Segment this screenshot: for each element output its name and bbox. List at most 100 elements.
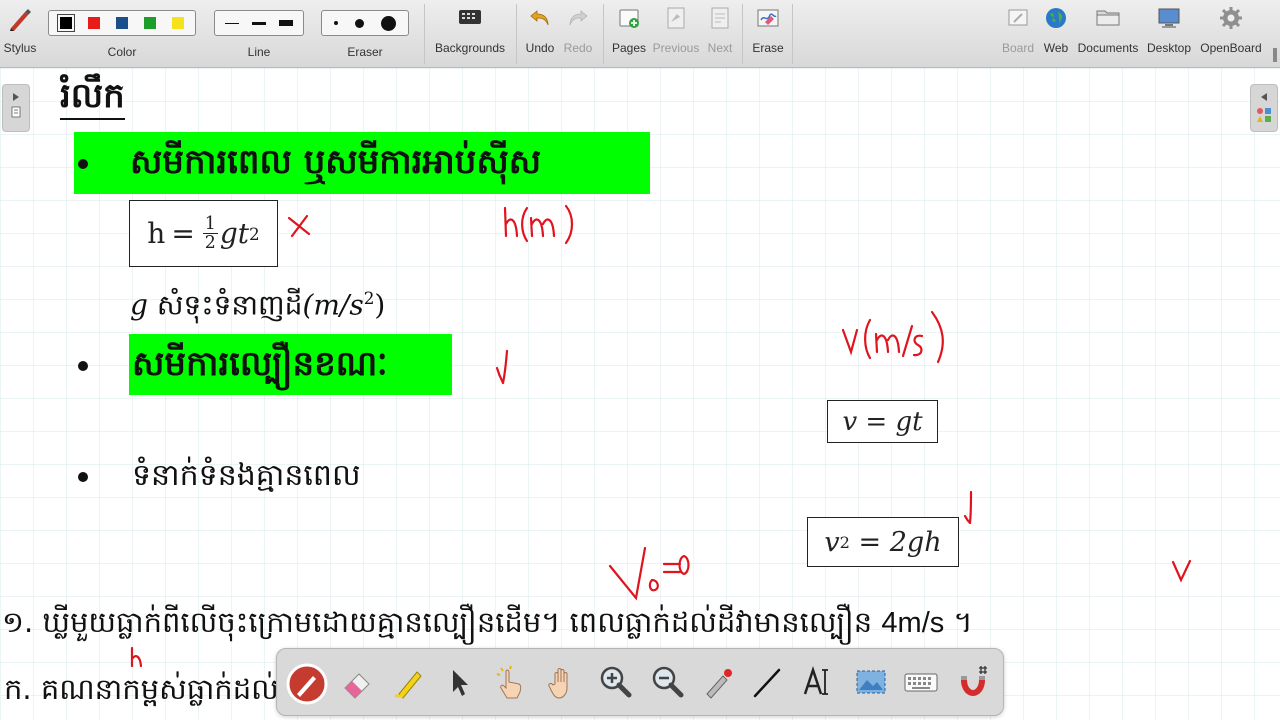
question-1-value: 4m/s bbox=[881, 607, 945, 639]
interact-tool-button[interactable] bbox=[491, 662, 531, 702]
board-icon bbox=[1008, 9, 1028, 26]
eraser-group-label: Eraser bbox=[347, 45, 383, 59]
capture-tool-button[interactable] bbox=[851, 662, 891, 702]
eraser-medium-option[interactable] bbox=[354, 18, 364, 28]
color-swatch-red[interactable] bbox=[88, 17, 100, 29]
handwritten-v-unit bbox=[841, 310, 944, 364]
desktop-mode-button[interactable]: Desktop bbox=[1144, 0, 1194, 68]
expand-right-icon bbox=[11, 93, 21, 118]
toolbar-separator bbox=[516, 4, 517, 64]
eraser-icon bbox=[344, 673, 370, 699]
marker-tool-button[interactable] bbox=[389, 662, 429, 702]
floating-tool-palette bbox=[276, 648, 1004, 716]
eraser-tool-button[interactable] bbox=[337, 662, 377, 702]
formula-fraction: 1 2 bbox=[202, 215, 218, 252]
right-panel-toggle[interactable] bbox=[1250, 84, 1278, 132]
pen-icon bbox=[286, 663, 328, 705]
color-swatch-yellow[interactable] bbox=[172, 17, 184, 29]
handwritten-h bbox=[130, 646, 143, 668]
handwritten-x-mark bbox=[287, 214, 311, 238]
web-mode-button[interactable]: Web bbox=[1038, 0, 1074, 68]
hand-icon bbox=[548, 668, 568, 699]
left-panel-toggle[interactable] bbox=[2, 84, 30, 132]
zoom-out-tool-button[interactable] bbox=[647, 662, 687, 702]
toolbar-scrollbar[interactable] bbox=[1270, 42, 1280, 68]
documents-label: Documents bbox=[1077, 41, 1139, 55]
handwritten-check-mark bbox=[963, 490, 973, 525]
bullet-point bbox=[78, 159, 88, 169]
line-thick-option[interactable] bbox=[279, 20, 294, 26]
stylus-button[interactable]: Stylus bbox=[0, 0, 40, 68]
line-tool-button[interactable] bbox=[747, 662, 787, 702]
pen-tool-button[interactable] bbox=[285, 662, 328, 705]
gravity-unit-exponent: 2 bbox=[363, 288, 375, 308]
line-medium-option[interactable] bbox=[251, 21, 266, 25]
gravity-text: សំទុះទំនាញដី bbox=[156, 288, 303, 322]
question-1: ១. ឃ្លីមួយធ្លាក់ពីលើចុះក្រោមដោយគ្មានល្បឿ… bbox=[2, 598, 973, 647]
formula-exponent: 2 bbox=[249, 223, 260, 244]
formula-v-exponent: 2 bbox=[839, 532, 850, 552]
line-width-palette bbox=[214, 10, 304, 36]
stylus-icon bbox=[10, 9, 31, 31]
snap-grid-tool-button[interactable] bbox=[953, 662, 993, 702]
formula-equals: = bbox=[171, 217, 195, 250]
folder-icon bbox=[1096, 10, 1120, 26]
documents-mode-button[interactable]: Documents bbox=[1076, 0, 1140, 68]
erase-label: Erase bbox=[752, 41, 784, 55]
pages-button[interactable]: Pages bbox=[608, 0, 650, 68]
library-icon bbox=[1257, 93, 1271, 122]
gravity-symbol: g bbox=[130, 288, 148, 322]
handwritten-v0 bbox=[608, 546, 690, 601]
monitor-icon bbox=[1158, 8, 1180, 28]
question-1-end: ។ bbox=[953, 605, 973, 639]
previous-page-button[interactable]: Previous bbox=[652, 0, 700, 68]
erase-button[interactable]: Erase bbox=[748, 0, 788, 68]
formula-h-symbol: h bbox=[147, 217, 166, 250]
selector-tool-button[interactable] bbox=[439, 662, 479, 702]
gear-icon bbox=[1220, 7, 1242, 29]
eraser-small-option[interactable] bbox=[333, 21, 338, 25]
undo-label: Undo bbox=[525, 41, 555, 55]
previous-page-icon bbox=[667, 7, 685, 29]
gravity-definition: g សំទុះទំនាញដី(m/s2) bbox=[130, 276, 385, 327]
line-group-label: Line bbox=[247, 45, 271, 59]
redo-arrow-icon bbox=[569, 10, 588, 26]
next-page-icon bbox=[711, 7, 729, 29]
laser-pointer-tool-button[interactable] bbox=[697, 662, 737, 702]
board-mode-button[interactable]: Board bbox=[1000, 0, 1036, 68]
screen-capture-icon bbox=[856, 670, 886, 694]
toolbar-separator bbox=[603, 4, 604, 64]
formula-2gh: = 2gh bbox=[849, 526, 942, 558]
keyboard-grid-icon bbox=[459, 10, 481, 24]
eraser-large-option[interactable] bbox=[381, 15, 397, 31]
formula-velocity: v = gt bbox=[827, 400, 938, 443]
text-tool-button[interactable] bbox=[799, 662, 839, 702]
eraser-size-palette bbox=[321, 10, 409, 36]
next-label: Next bbox=[707, 41, 733, 55]
color-swatch-black[interactable] bbox=[57, 14, 75, 32]
toolbar-separator bbox=[792, 4, 793, 64]
undo-button[interactable]: Undo bbox=[522, 0, 558, 68]
pages-label: Pages bbox=[611, 41, 647, 55]
bullet-falling-time-equation: សមីការពេល ឬសមីការអាប់ស៊ីស bbox=[130, 142, 542, 182]
openboard-menu-button[interactable]: OpenBoard bbox=[1198, 0, 1264, 68]
redo-button[interactable]: Redo bbox=[560, 0, 596, 68]
formula-height: h = 1 2 gt 2 bbox=[129, 200, 278, 267]
backgrounds-button[interactable]: Backgrounds bbox=[432, 0, 508, 68]
line-thin-option[interactable] bbox=[224, 22, 239, 24]
toolbar-separator bbox=[424, 4, 425, 64]
openboard-label: OpenBoard bbox=[1200, 41, 1262, 55]
backgrounds-label: Backgrounds bbox=[434, 41, 506, 55]
color-swatch-green[interactable] bbox=[144, 17, 156, 29]
zoom-in-tool-button[interactable] bbox=[595, 662, 635, 702]
keyboard-icon bbox=[904, 673, 938, 692]
gravity-unit-close: ) bbox=[374, 288, 386, 322]
board-canvas[interactable]: រំលឹក សមីការពេល ឬសមីការអាប់ស៊ីស h = 1 2 … bbox=[0, 68, 1280, 720]
main-toolbar: Stylus Color Line Eraser Backgrounds Und… bbox=[0, 0, 1280, 68]
next-page-button[interactable]: Next bbox=[702, 0, 738, 68]
hand-tool-button[interactable] bbox=[543, 662, 583, 702]
formula-gt: gt bbox=[219, 217, 250, 250]
toolbar-separator bbox=[742, 4, 743, 64]
keyboard-tool-button[interactable] bbox=[901, 662, 941, 702]
color-swatch-blue[interactable] bbox=[116, 17, 128, 29]
